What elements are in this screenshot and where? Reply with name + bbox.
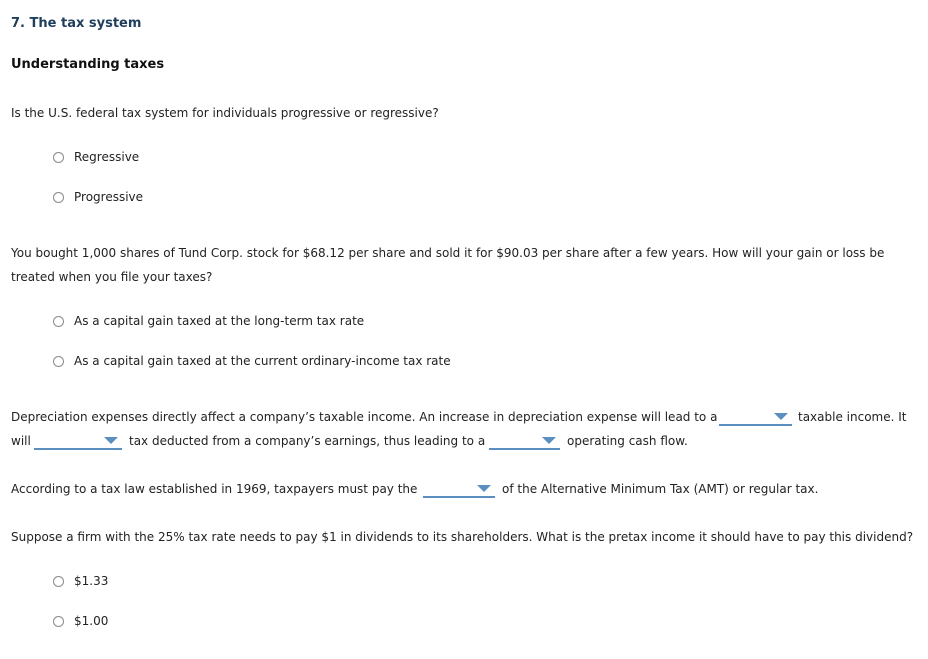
option-label: $1.33 [74,574,109,588]
question-3-text-part-1: Depreciation expenses directly affect a … [11,410,718,424]
section-title: 7. The tax system [11,16,142,31]
radio-button[interactable] [53,151,64,163]
q2-option-ordinary-income[interactable]: As a capital gain taxed at the current o… [53,354,451,368]
radio-button[interactable] [53,191,64,203]
question-2-line-1: You bought 1,000 shares of Tund Corp. st… [11,246,885,260]
q3-dropdown-2[interactable] [34,434,122,450]
question-3-text-part-3: will [11,434,31,448]
option-label: $1.00 [74,614,109,628]
q3-dropdown-1[interactable] [719,410,792,426]
radio-button[interactable] [53,315,64,327]
option-label: As a capital gain taxed at the long-term… [74,314,365,328]
question-1-text: Is the U.S. federal tax system for indiv… [11,106,439,120]
chevron-down-icon [477,485,491,492]
question-3-text-part-2: taxable income. It [798,410,907,424]
radio-button[interactable] [53,615,64,627]
q2-option-long-term[interactable]: As a capital gain taxed at the long-term… [53,314,364,328]
radio-button[interactable] [53,355,64,367]
q5-option-1-33[interactable]: $1.33 [53,574,108,588]
q4-dropdown[interactable] [423,482,495,498]
question-2-line-2: treated when you file your taxes? [11,270,213,284]
q1-option-progressive[interactable]: Progressive [53,190,143,204]
q1-option-regressive[interactable]: Regressive [53,150,139,164]
question-3-text-part-4: tax deducted from a company’s earnings, … [129,434,486,448]
question-5-text: Suppose a firm with the 25% tax rate nee… [11,530,914,544]
option-label: Regressive [74,150,140,164]
q5-option-1-00[interactable]: $1.00 [53,614,108,628]
option-label: Progressive [74,190,144,204]
question-4-text-part-1: According to a tax law established in 19… [11,482,418,496]
option-label: As a capital gain taxed at the current o… [74,354,451,368]
chevron-down-icon [774,413,788,420]
question-3-text-part-5: operating cash flow. [567,434,688,448]
chevron-down-icon [104,437,118,444]
q3-dropdown-3[interactable] [489,434,560,450]
radio-button[interactable] [53,575,64,587]
chevron-down-icon [542,437,556,444]
section-subtitle: Understanding taxes [11,57,165,72]
question-4-text-part-2: of the Alternative Minimum Tax (AMT) or … [502,482,819,496]
